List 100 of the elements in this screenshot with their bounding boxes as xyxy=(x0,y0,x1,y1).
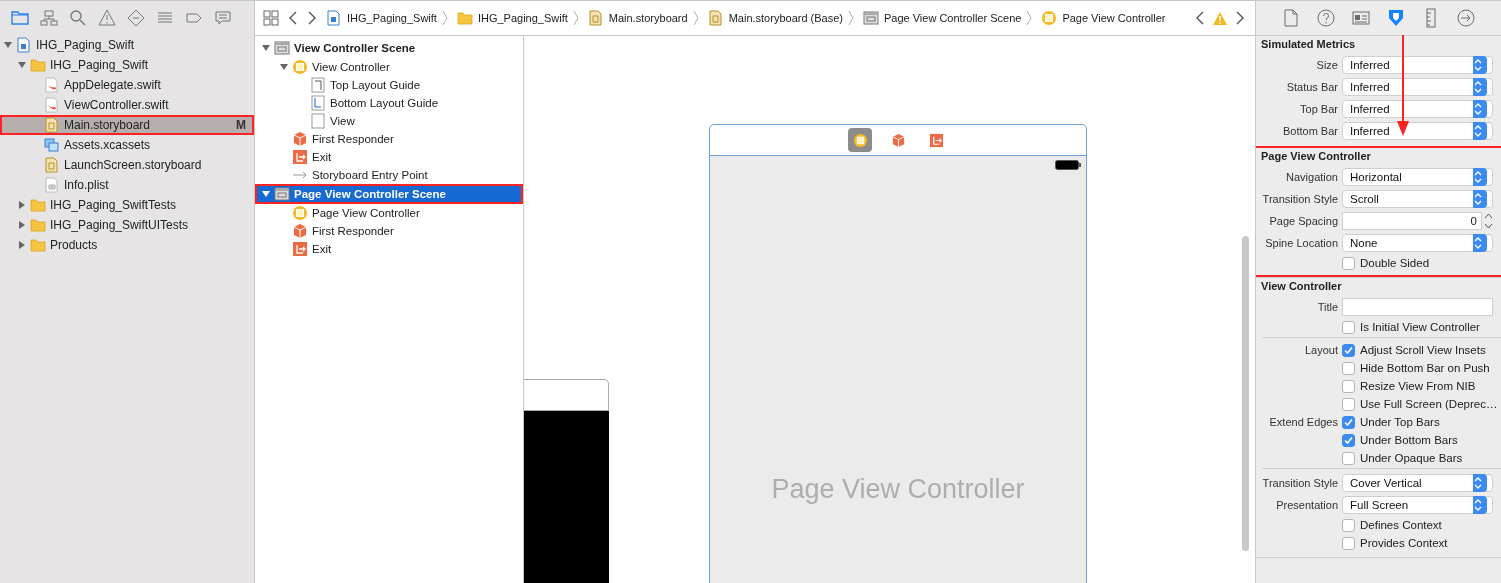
disclosure-triangle-icon[interactable] xyxy=(261,43,271,53)
tree-item[interactable]: Main.storyboard M xyxy=(0,115,254,135)
outline-item[interactable]: Exit xyxy=(255,240,523,258)
file-icon[interactable] xyxy=(1281,8,1301,28)
tree-item[interactable]: Assets.xcassets xyxy=(0,135,254,155)
disclosure-triangle-icon[interactable] xyxy=(17,220,27,230)
tree-item[interactable]: Products xyxy=(0,235,254,255)
attributes-icon[interactable] xyxy=(1386,8,1406,28)
outline-item[interactable]: Exit xyxy=(255,148,523,166)
identity-icon[interactable] xyxy=(1351,8,1371,28)
disclosure-triangle-icon[interactable] xyxy=(17,200,27,210)
breadcrumb[interactable]: Page View Controller xyxy=(1041,10,1166,26)
tree-item[interactable]: IHG_Paging_SwiftUITests xyxy=(0,215,254,235)
checkbox[interactable]: Under Bottom Bars xyxy=(1342,433,1458,447)
folder-icon xyxy=(456,10,473,26)
folder-icon[interactable] xyxy=(11,9,29,27)
outline-item[interactable]: Page View Controller Scene xyxy=(255,184,523,204)
dock-button[interactable] xyxy=(848,128,872,152)
comment-icon[interactable] xyxy=(214,9,232,27)
breadcrumb[interactable]: Main.storyboard xyxy=(587,10,688,26)
field-label: Top Bar xyxy=(1299,103,1339,115)
battery-icon xyxy=(1055,160,1081,170)
stepper[interactable] xyxy=(1484,212,1493,230)
tree-item[interactable]: LaunchScreen.storyboard xyxy=(0,155,254,175)
popup-button[interactable]: Full Screen xyxy=(1342,496,1493,514)
search-icon[interactable] xyxy=(69,9,87,27)
diamond-icon[interactable] xyxy=(127,9,145,27)
cube-icon xyxy=(292,223,308,239)
separator-icon xyxy=(848,10,854,26)
disclosure-triangle-icon[interactable] xyxy=(17,240,27,250)
cube-icon xyxy=(890,132,906,148)
popup-button[interactable]: Inferred xyxy=(1342,100,1493,118)
chevron-updown-icon xyxy=(1473,80,1483,94)
disclosure-triangle-icon[interactable] xyxy=(17,60,27,70)
checkbox[interactable]: Provides Context xyxy=(1342,536,1448,550)
back-icon[interactable] xyxy=(1195,11,1205,25)
checkbox[interactable]: Double Sided xyxy=(1342,256,1430,270)
breadcrumb[interactable]: IHG_Paging_Swift xyxy=(326,10,437,26)
forward-icon[interactable] xyxy=(307,11,317,25)
checkbox[interactable]: Is Initial View Controller xyxy=(1342,320,1480,334)
popup-button[interactable]: Cover Vertical xyxy=(1342,474,1493,492)
outline-item[interactable]: First Responder xyxy=(255,130,523,148)
breadcrumb[interactable]: IHG_Paging_Swift xyxy=(456,10,568,26)
popup-button[interactable]: Scroll xyxy=(1342,190,1493,208)
checkbox[interactable]: Under Top Bars xyxy=(1342,415,1440,429)
chevron-updown-icon xyxy=(1473,192,1483,206)
field-label: Transition Style xyxy=(1261,193,1339,205)
checkbox[interactable]: Defines Context xyxy=(1342,518,1442,532)
tree-item[interactable]: AppDelegate.swift xyxy=(0,75,254,95)
tree-item[interactable]: Info.plist xyxy=(0,175,254,195)
hierarchy-icon[interactable] xyxy=(40,9,58,27)
scene-icon xyxy=(274,40,290,56)
popup-button[interactable]: None xyxy=(1342,234,1493,252)
view-controller-icon xyxy=(852,132,868,148)
field-label: Page Spacing xyxy=(1268,215,1339,227)
grid-icon[interactable] xyxy=(263,10,279,26)
disclosure-triangle-icon[interactable] xyxy=(279,62,289,72)
popup-button[interactable]: Inferred xyxy=(1342,78,1493,96)
outline-item[interactable]: First Responder xyxy=(255,222,523,240)
checkbox[interactable]: Use Full Screen (Deprec… xyxy=(1342,397,1498,411)
outline-item[interactable]: Storyboard Entry Point xyxy=(255,166,523,184)
number-field[interactable]: 0 xyxy=(1342,212,1482,230)
warning-icon[interactable] xyxy=(98,9,116,27)
outline-item[interactable]: View xyxy=(255,112,523,130)
chevron-updown-icon xyxy=(1473,498,1483,512)
tree-item[interactable]: IHG_Paging_Swift xyxy=(0,55,254,75)
tree-item[interactable]: ViewController.swift xyxy=(0,95,254,115)
chevron-updown-icon xyxy=(1473,124,1483,138)
disclosure-triangle-icon[interactable] xyxy=(3,40,13,50)
back-icon[interactable] xyxy=(288,11,298,25)
scrollbar[interactable] xyxy=(1242,236,1249,551)
breadcrumb[interactable]: Page View Controller Scene xyxy=(863,10,1022,26)
outline-item[interactable]: Top Layout Guide xyxy=(255,76,523,94)
outline-item[interactable]: View Controller xyxy=(255,58,523,76)
tree-item[interactable]: IHG_Paging_Swift xyxy=(0,35,254,55)
popup-button[interactable]: Horizontal xyxy=(1342,168,1493,186)
popup-button[interactable]: Inferred xyxy=(1342,56,1493,74)
forward-icon[interactable] xyxy=(1235,11,1245,25)
outline-item[interactable]: Page View Controller xyxy=(255,204,523,222)
breadcrumb[interactable]: Main.storyboard (Base) xyxy=(707,10,843,26)
checkbox[interactable]: Under Opaque Bars xyxy=(1342,451,1463,465)
outline-item[interactable]: View Controller Scene xyxy=(255,38,523,58)
field-label: Extend Edges xyxy=(1268,416,1339,428)
swift-file-icon xyxy=(44,97,60,113)
cube-icon xyxy=(292,131,308,147)
exit-icon xyxy=(292,149,308,165)
checkbox[interactable]: Resize View From NIB xyxy=(1342,379,1476,393)
checkbox[interactable]: Adjust Scroll View Insets xyxy=(1342,343,1486,357)
disclosure-triangle-icon[interactable] xyxy=(261,189,271,199)
arrow-circle-icon[interactable] xyxy=(1456,8,1476,28)
tree-item[interactable]: IHG_Paging_SwiftTests xyxy=(0,195,254,215)
storyboard-file-icon xyxy=(44,157,60,173)
checkbox[interactable]: Hide Bottom Bar on Push xyxy=(1342,361,1490,375)
help-icon[interactable] xyxy=(1316,8,1336,28)
outline-item[interactable]: Bottom Layout Guide xyxy=(255,94,523,112)
popup-button[interactable]: Inferred xyxy=(1342,122,1493,140)
field-label: Spine Location xyxy=(1264,237,1339,249)
field-label: Bottom Bar xyxy=(1281,125,1339,137)
storyboard-file-icon xyxy=(707,10,724,26)
text-field[interactable] xyxy=(1342,298,1493,316)
